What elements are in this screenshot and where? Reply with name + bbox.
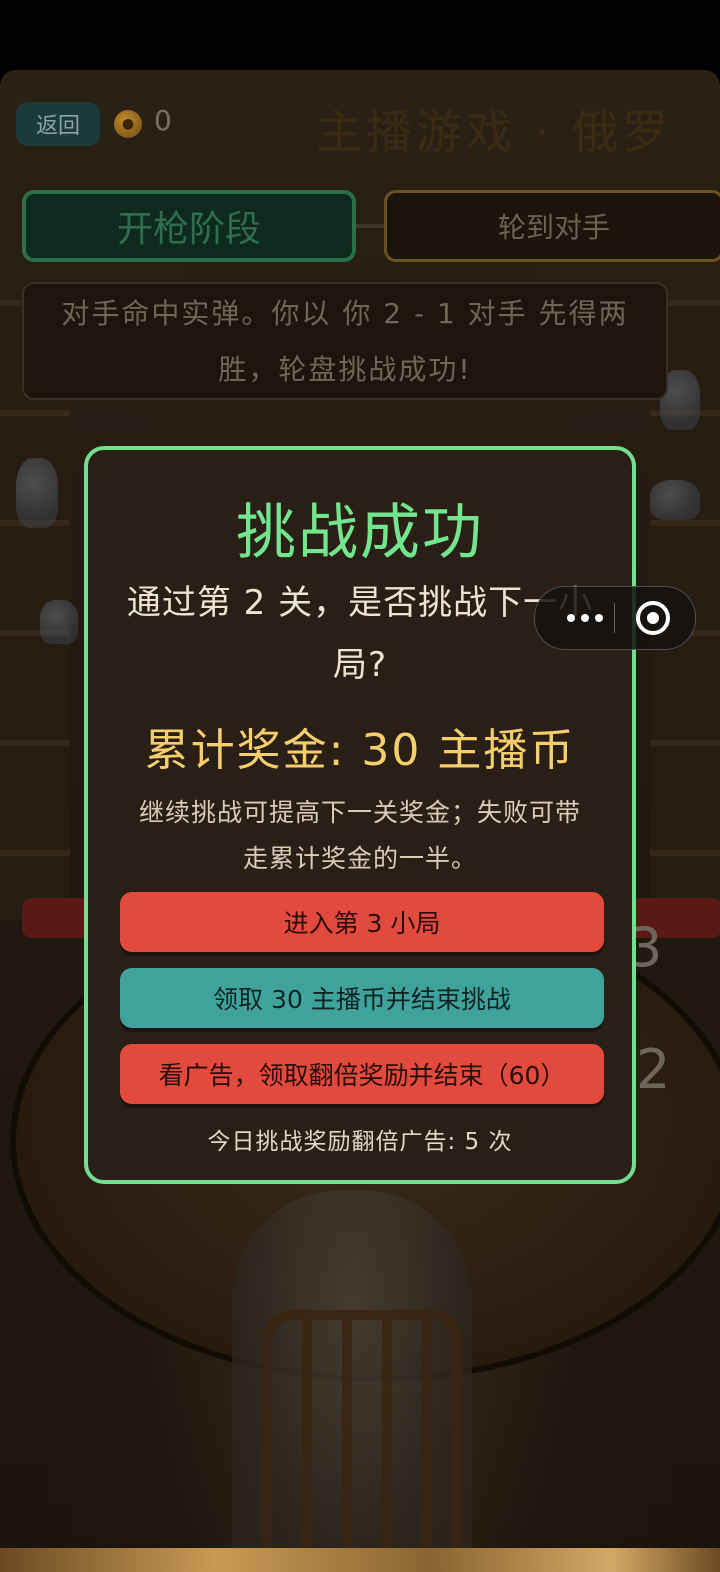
vase-right-2 (650, 480, 700, 520)
phase-indicator: 开枪阶段 (22, 190, 356, 262)
vase-left-2 (40, 600, 78, 644)
game-screen: 3 2 返回 ● 0 主播游戏 · 俄罗 开枪阶段 轮到对手 对手命中实弹。你以… (0, 70, 720, 1572)
mini-program-capsule (534, 586, 696, 650)
status-message: 对手命中实弹。你以 你 2 - 1 对手 先得两胜，轮盘挑战成功! (22, 282, 668, 400)
dialog-question: 通过第 2 关，是否挑战下一小局? (126, 583, 594, 685)
coin-count: 0 (154, 104, 172, 137)
vase-left (16, 458, 58, 528)
more-dots-icon[interactable] (555, 601, 615, 635)
back-button[interactable]: 返回 (16, 102, 100, 146)
phase-connector (356, 224, 386, 228)
turn-indicator: 轮到对手 (384, 190, 720, 262)
dialog-note: 继续挑战可提高下一关奖金；失败可带走累计奖金的一半。 (138, 798, 581, 873)
challenge-success-dialog: 挑战成功 通过第 2 关，是否挑战下一小局? 累计奖金: 30 主播币 继续挑战… (84, 446, 636, 1184)
bottom-decorative-strip (0, 1548, 720, 1572)
background-score-bottom: 2 (636, 1038, 671, 1101)
coin-icon: ● (114, 110, 142, 138)
close-circle-icon[interactable] (636, 601, 670, 635)
next-round-button[interactable]: 进入第 3 小局 (120, 892, 604, 952)
watch-ad-double-button[interactable]: 看广告，领取翻倍奖励并结束（60） (120, 1044, 604, 1104)
dialog-title: 挑战成功 (236, 498, 484, 568)
claim-and-end-button[interactable]: 领取 30 主播币并结束挑战 (120, 968, 604, 1028)
accumulated-prize: 累计奖金: 30 主播币 (144, 725, 576, 776)
capsule-divider (614, 603, 615, 633)
ad-quota-text: 今日挑战奖励翻倍广告: 5 次 (207, 1129, 513, 1155)
page-title: 主播游戏 · 俄罗 (316, 105, 672, 159)
chair (262, 1310, 462, 1572)
